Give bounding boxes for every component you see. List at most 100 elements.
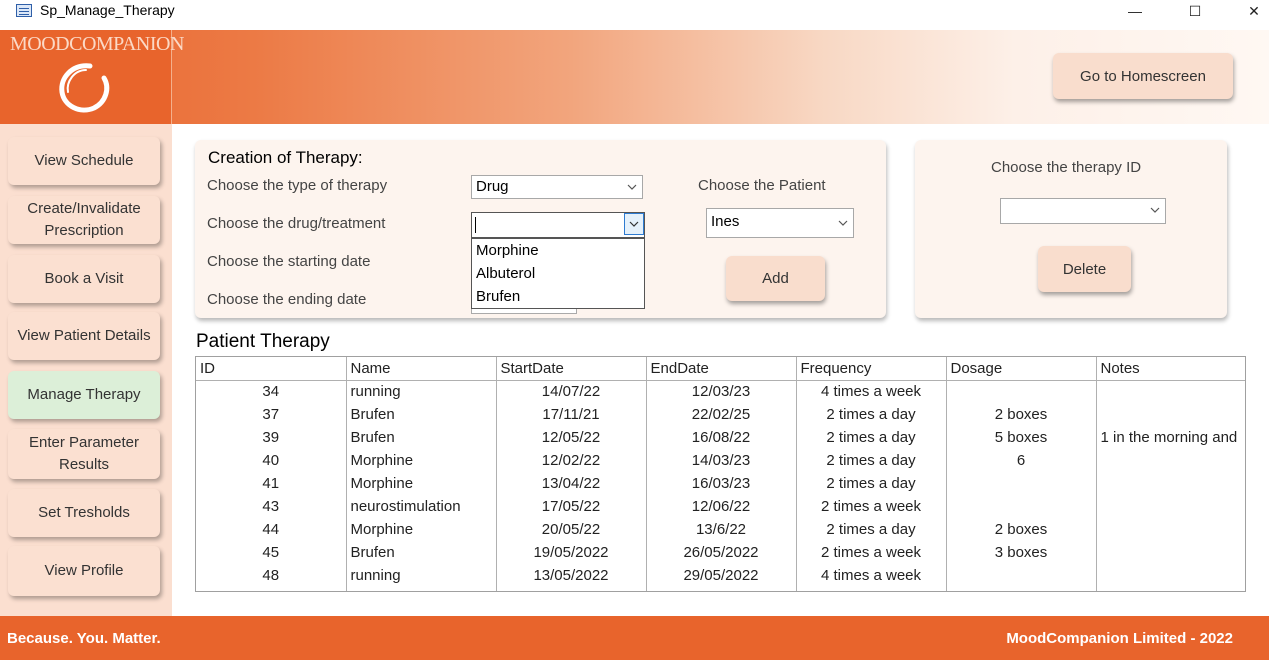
drug-option-morphine[interactable]: Morphine (472, 239, 644, 262)
cell-startdate[interactable]: 17/05/22 (496, 495, 647, 518)
column-header-startdate[interactable]: StartDate (496, 357, 647, 381)
cell-dosage[interactable]: 2 boxes (946, 403, 1097, 426)
cell-startdate[interactable]: 13/05/2022 (496, 564, 647, 587)
cell-notes[interactable] (1096, 380, 1245, 403)
cell-id[interactable]: 41 (196, 472, 347, 495)
chevron-down-icon[interactable] (622, 176, 642, 198)
cell-enddate[interactable]: 29/05/2022 (646, 564, 797, 587)
column-header-name[interactable]: Name (346, 357, 497, 381)
sidebar-item-manage-therapy[interactable]: Manage Therapy (8, 371, 160, 419)
cell-notes[interactable] (1096, 495, 1245, 518)
cell-startdate[interactable]: 20/05/22 (496, 518, 647, 541)
cell-dosage[interactable]: 6 (946, 449, 1097, 472)
minimize-button[interactable]: — (1112, 0, 1158, 22)
cell-startdate[interactable]: 12/05/22 (496, 426, 647, 449)
table-row[interactable]: 44 Morphine 20/05/22 13/6/22 2 times a day 2 … (196, 518, 1245, 541)
cell-enddate[interactable]: 16/03/23 (646, 472, 797, 495)
column-header-enddate[interactable]: EndDate (646, 357, 797, 381)
cell-enddate[interactable]: 12/03/23 (646, 380, 797, 403)
table-row[interactable]: 37 Brufen 17/11/21 22/02/25 2 times a day 2 b… (196, 403, 1245, 426)
sidebar-item-view-schedule[interactable]: View Schedule (8, 137, 160, 185)
table-row[interactable]: 45 Brufen 19/05/2022 26/05/2022 2 times a we… (196, 541, 1245, 564)
chevron-down-icon[interactable] (833, 209, 853, 237)
chevron-down-icon[interactable] (624, 213, 644, 235)
cell-notes[interactable] (1096, 518, 1245, 541)
cell-notes[interactable] (1096, 472, 1245, 495)
go-to-homescreen-button[interactable]: Go to Homescreen (1053, 53, 1233, 99)
cell-frequency[interactable]: 4 times a week (796, 564, 947, 587)
cell-enddate[interactable]: 16/08/22 (646, 426, 797, 449)
therapy-id-select[interactable] (1000, 198, 1166, 224)
table-row[interactable]: 41 Morphine 13/04/22 16/03/23 2 times a day (196, 472, 1245, 495)
cell-enddate[interactable]: 12/06/22 (646, 495, 797, 518)
cell-notes[interactable] (1096, 541, 1245, 564)
cell-notes[interactable] (1096, 403, 1245, 426)
cell-enddate[interactable]: 22/02/25 (646, 403, 797, 426)
cell-startdate[interactable]: 13/04/22 (496, 472, 647, 495)
table-row[interactable]: 43 neurostimulation 17/05/22 12/06/22 2 time… (196, 495, 1245, 518)
column-header-id[interactable]: ID (196, 357, 347, 381)
cell-name[interactable]: Brufen (346, 403, 497, 426)
cell-name[interactable]: Morphine (346, 449, 497, 472)
table-row[interactable]: 48 running 13/05/2022 29/05/2022 4 times a w… (196, 564, 1245, 587)
column-header-notes[interactable]: Notes (1096, 357, 1245, 381)
cell-startdate[interactable]: 19/05/2022 (496, 541, 647, 564)
cell-name[interactable]: Brufen (346, 426, 497, 449)
therapy-type-select[interactable]: Drug (471, 175, 643, 199)
drug-option-albuterol[interactable]: Albuterol (472, 262, 644, 285)
patient-select[interactable]: Ines (706, 208, 854, 238)
cell-frequency[interactable]: 2 times a day (796, 518, 947, 541)
cell-startdate[interactable]: 14/07/22 (496, 380, 647, 403)
cell-id[interactable]: 43 (196, 495, 347, 518)
cell-enddate[interactable]: 14/03/23 (646, 449, 797, 472)
close-button[interactable]: ✕ (1231, 0, 1269, 22)
column-header-frequency[interactable]: Frequency (796, 357, 947, 381)
delete-button[interactable]: Delete (1038, 246, 1131, 292)
cell-id[interactable]: 48 (196, 564, 347, 587)
cell-dosage[interactable] (946, 495, 1097, 518)
cell-dosage[interactable] (946, 564, 1097, 587)
cell-name[interactable]: Morphine (346, 472, 497, 495)
cell-frequency[interactable]: 2 times a week (796, 495, 947, 518)
cell-enddate[interactable]: 26/05/2022 (646, 541, 797, 564)
cell-name[interactable]: running (346, 380, 497, 403)
cell-frequency[interactable]: 2 times a day (796, 449, 947, 472)
cell-id[interactable]: 34 (196, 380, 347, 403)
cell-frequency[interactable]: 2 times a day (796, 472, 947, 495)
cell-enddate[interactable]: 13/6/22 (646, 518, 797, 541)
maximize-button[interactable]: ☐ (1172, 0, 1218, 22)
column-header-dosage[interactable]: Dosage (946, 357, 1097, 381)
chevron-down-icon[interactable] (1145, 199, 1165, 221)
add-button[interactable]: Add (726, 256, 825, 301)
cell-name[interactable]: neurostimulation (346, 495, 497, 518)
cell-startdate[interactable]: 17/11/21 (496, 403, 647, 426)
sidebar-item-view-patient-details[interactable]: View Patient Details (8, 312, 160, 360)
cell-frequency[interactable]: 2 times a day (796, 403, 947, 426)
cell-name[interactable]: Morphine (346, 518, 497, 541)
cell-id[interactable]: 39 (196, 426, 347, 449)
cell-dosage[interactable]: 2 boxes (946, 518, 1097, 541)
cell-dosage[interactable]: 5 boxes (946, 426, 1097, 449)
cell-notes[interactable]: 1 in the morning and (1096, 426, 1245, 449)
drug-option-brufen[interactable]: Brufen (472, 285, 644, 308)
cell-id[interactable]: 40 (196, 449, 347, 472)
cell-id[interactable]: 45 (196, 541, 347, 564)
cell-notes[interactable] (1096, 564, 1245, 587)
sidebar-item-view-profile[interactable]: View Profile (8, 546, 160, 596)
drug-select[interactable] (471, 212, 645, 238)
sidebar-item-create-invalidate-prescription[interactable]: Create/Invalidate Prescription (8, 196, 160, 244)
cell-frequency[interactable]: 4 times a week (796, 380, 947, 403)
table-row[interactable]: 40 Morphine 12/02/22 14/03/23 2 times a day 6 (196, 449, 1245, 472)
sidebar-item-enter-parameter-results[interactable]: Enter Parameter Results (8, 429, 160, 479)
cell-name[interactable]: Brufen (346, 541, 497, 564)
cell-dosage[interactable]: 3 boxes (946, 541, 1097, 564)
table-row[interactable]: 39 Brufen 12/05/22 16/08/22 2 times a day 5 b… (196, 426, 1245, 449)
cell-id[interactable]: 44 (196, 518, 347, 541)
sidebar-item-book-a-visit[interactable]: Book a Visit (8, 255, 160, 303)
cell-name[interactable]: running (346, 564, 497, 587)
cell-dosage[interactable] (946, 380, 1097, 403)
cell-frequency[interactable]: 2 times a week (796, 541, 947, 564)
cell-id[interactable]: 37 (196, 403, 347, 426)
cell-dosage[interactable] (946, 472, 1097, 495)
cell-startdate[interactable]: 12/02/22 (496, 449, 647, 472)
